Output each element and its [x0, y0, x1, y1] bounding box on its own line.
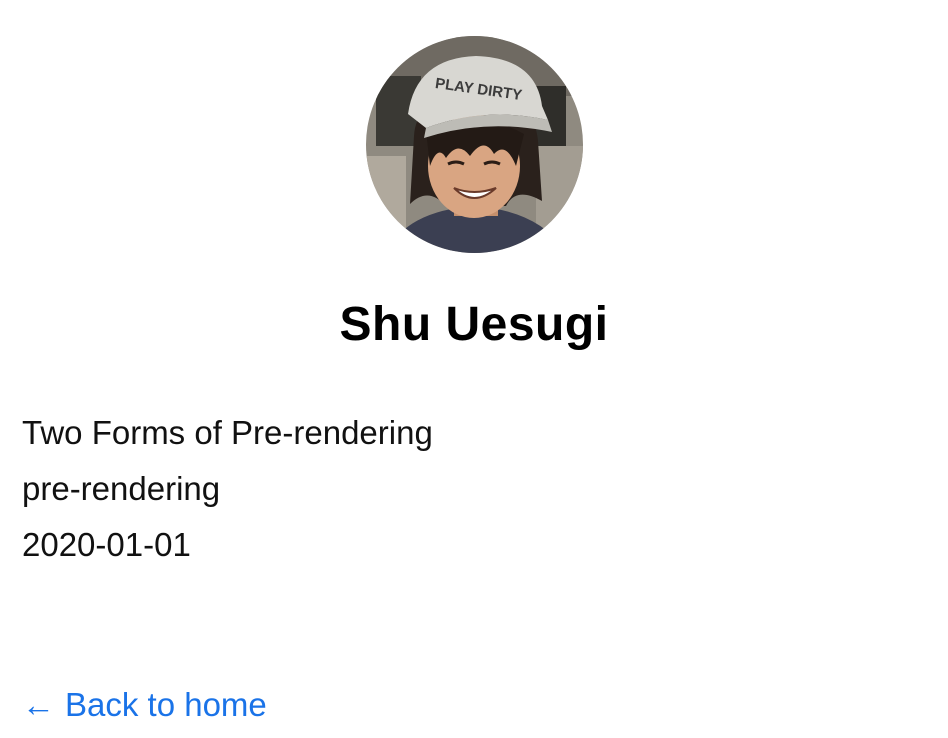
- profile-header: PLAY DIRTY Shu Uesugi: [0, 36, 948, 349]
- post-date: 2020-01-01: [22, 526, 191, 563]
- post-id: pre-rendering: [22, 470, 221, 507]
- avatar-photo-icon: PLAY DIRTY: [365, 36, 583, 253]
- arrow-left-icon: ←: [22, 686, 55, 723]
- post-title: Two Forms of Pre-rendering: [22, 414, 433, 451]
- post-details: Two Forms of Pre-rendering pre-rendering…: [22, 405, 433, 573]
- author-name: Shu Uesugi: [339, 298, 609, 351]
- back-link-label: Back to home: [65, 686, 267, 723]
- profile-avatar: PLAY DIRTY: [365, 36, 583, 253]
- back-to-home-link[interactable]: ← Back to home: [22, 683, 267, 727]
